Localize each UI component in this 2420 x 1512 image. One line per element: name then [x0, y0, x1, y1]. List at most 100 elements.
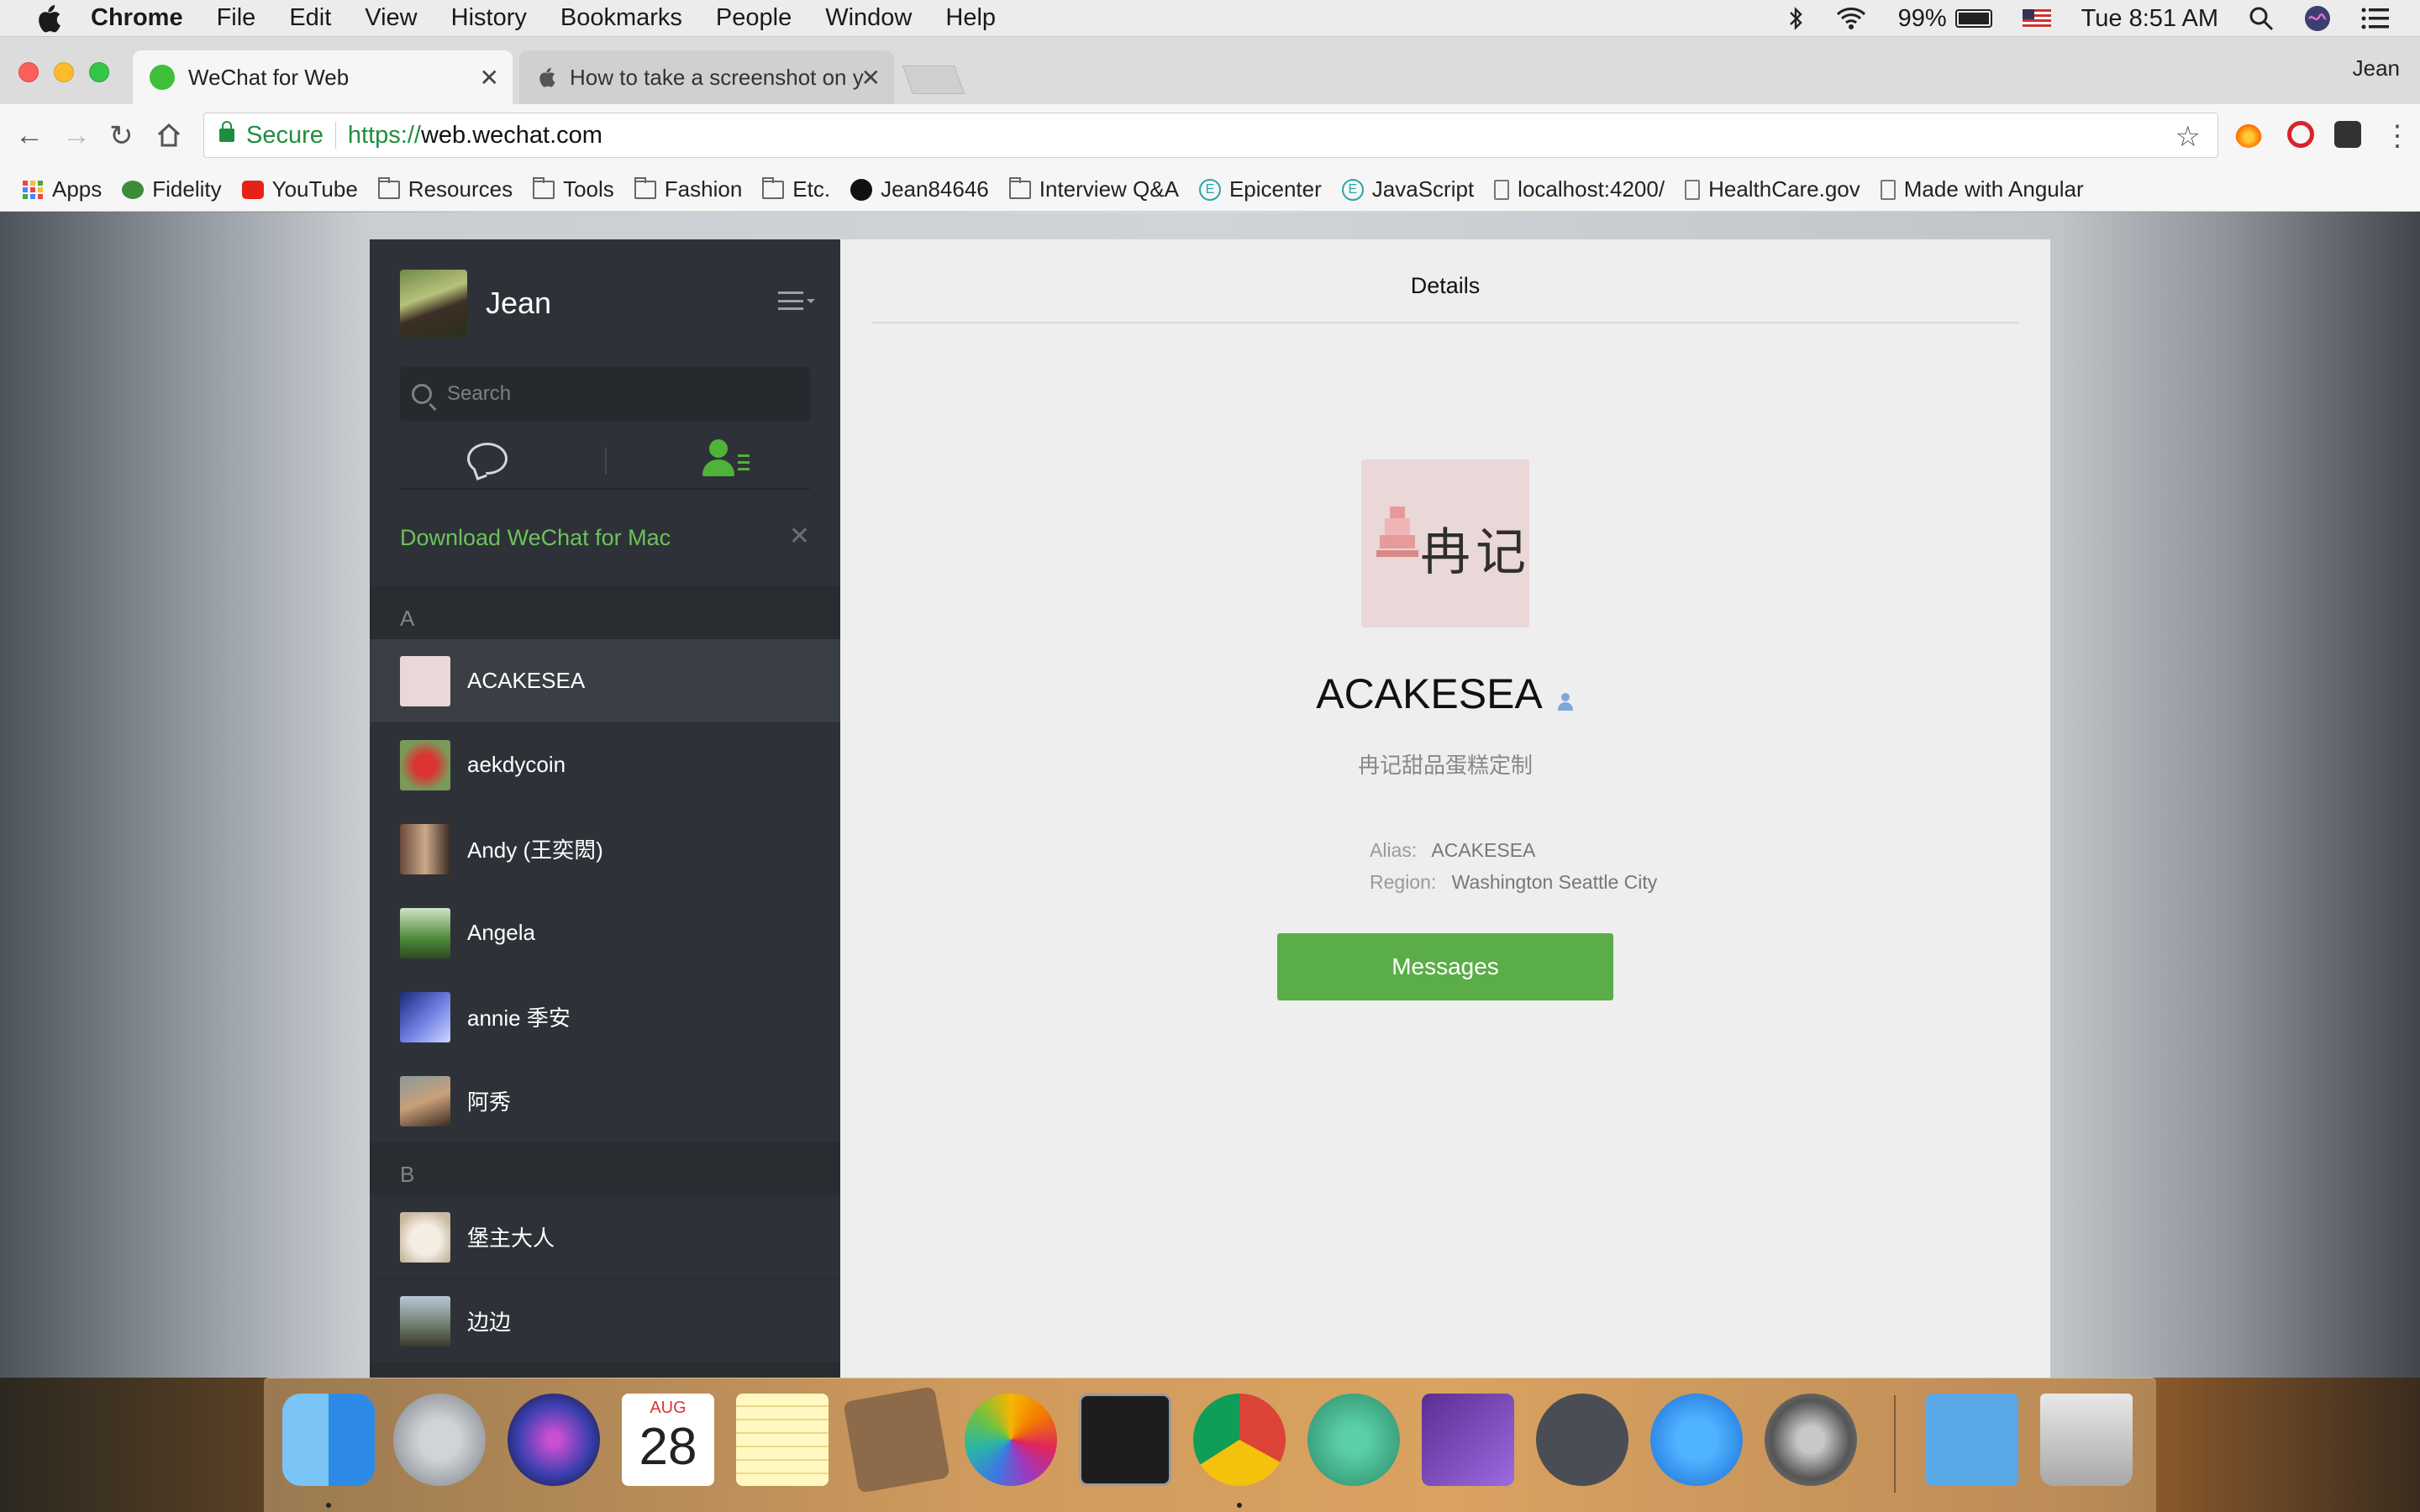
bookmark-youtube[interactable]: YouTube [241, 176, 358, 202]
back-arrow-icon[interactable]: ← [15, 119, 44, 152]
menu-edit[interactable]: Edit [289, 4, 331, 32]
bookmark-folder-resources[interactable]: Resources [377, 176, 513, 202]
folder-icon [634, 176, 656, 199]
user-name: Jean [486, 286, 552, 320]
system-preferences-icon[interactable] [1765, 1394, 1857, 1486]
menu-history[interactable]: History [451, 4, 527, 32]
fidelity-icon [122, 180, 145, 199]
contact-item-axiu[interactable]: 阿秀 [370, 1059, 840, 1143]
bookmark-javascript[interactable]: E JavaScript [1341, 176, 1474, 202]
menu-window[interactable]: Window [825, 4, 912, 32]
bookmark-localhost[interactable]: localhost:4200/ [1494, 176, 1665, 202]
bluetooth-icon[interactable] [1789, 6, 1804, 31]
tab-screenshot-article[interactable]: How to take a screenshot on y ✕ [519, 50, 894, 104]
bookmark-label: Interview Q&A [1039, 176, 1179, 202]
contact-item-annie[interactable]: annie 季安 [370, 975, 840, 1059]
bookmark-apps[interactable]: Apps [22, 176, 102, 202]
contact-item-acakesea[interactable]: ACAKESEA [370, 639, 840, 723]
wifi-icon[interactable] [1834, 6, 1868, 31]
bookmark-folder-fashion[interactable]: Fashion [634, 176, 742, 202]
contact-avatar [400, 991, 450, 1042]
calendar-icon[interactable]: AUG 28 [622, 1394, 714, 1486]
contact-item-andy[interactable]: Andy (王奕閎) [370, 807, 840, 891]
download-mac-link[interactable]: Download WeChat for Mac [400, 525, 671, 551]
notification-center-icon[interactable] [2361, 7, 2390, 30]
photos-icon[interactable] [965, 1394, 1057, 1486]
terminal-icon[interactable] [1079, 1394, 1171, 1486]
bookmark-epicenter[interactable]: E Epicenter [1198, 176, 1322, 202]
battery-percent: 99% [1897, 4, 1947, 32]
bookmark-folder-tools[interactable]: Tools [533, 176, 614, 202]
contact-item-aekdycoin[interactable]: aekdycoin [370, 723, 840, 807]
wechat-sidebar: Jean Download WeChat for Mac ✕ A [370, 239, 840, 1378]
window-close-button[interactable] [18, 62, 39, 82]
calculator-icon[interactable] [843, 1386, 950, 1494]
menu-file[interactable]: File [217, 4, 256, 32]
bookmark-star-icon[interactable]: ☆ [2175, 120, 2201, 154]
download-banner-close-icon[interactable]: ✕ [789, 522, 810, 551]
atom-icon[interactable] [1307, 1394, 1400, 1486]
menu-hamburger-icon[interactable] [778, 291, 815, 310]
tab-close-icon[interactable]: ✕ [480, 64, 499, 92]
address-bar[interactable]: Secure https:// web.wechat.com ☆ [203, 113, 2218, 158]
menu-view[interactable]: View [365, 4, 417, 32]
launchpad-icon[interactable] [393, 1394, 486, 1486]
epicenter-icon: E [1198, 178, 1221, 201]
profile-name[interactable]: Jean [2353, 55, 2400, 81]
contact-avatar [400, 1075, 450, 1126]
contacts-tab-icon[interactable] [702, 439, 750, 480]
menubar-clock[interactable]: Tue 8:51 AM [2081, 5, 2218, 33]
bookmark-github-jean84646[interactable]: Jean84646 [850, 176, 989, 202]
downloads-folder-icon[interactable] [1926, 1394, 2018, 1486]
contact-profile-image[interactable]: 冉 记 [1361, 459, 1529, 627]
notes-icon[interactable] [736, 1394, 829, 1486]
finder-icon[interactable] [282, 1394, 375, 1486]
extension-opera-icon[interactable] [2287, 121, 2314, 148]
secure-label[interactable]: Secure [246, 122, 324, 150]
apple-menu-icon[interactable] [34, 3, 62, 34]
tab-title: WeChat for Web [188, 64, 350, 90]
reload-icon[interactable]: ↻ [109, 119, 134, 153]
contact-item-baozhu[interactable]: 堡主大人 [370, 1195, 840, 1279]
messages-button[interactable]: Messages [1277, 933, 1613, 1000]
bookmark-fidelity[interactable]: Fidelity [122, 176, 222, 202]
siri-icon[interactable] [508, 1394, 600, 1486]
bookmark-folder-interview[interactable]: Interview Q&A [1008, 176, 1179, 202]
contact-avatar [400, 1295, 450, 1347]
forward-arrow-icon[interactable]: → [62, 119, 91, 152]
new-tab-button[interactable] [902, 66, 965, 94]
tab-wechat[interactable]: WeChat for Web ✕ [133, 50, 513, 104]
window-minimize-button[interactable] [54, 62, 74, 82]
chrome-icon[interactable] [1193, 1394, 1286, 1486]
menu-help[interactable]: Help [945, 4, 996, 32]
contact-search [400, 367, 810, 421]
menu-bookmarks[interactable]: Bookmarks [560, 4, 682, 32]
chrome-menu-icon[interactable]: ⋮ [2383, 119, 2412, 153]
bookmark-made-with-angular[interactable]: Made with Angular [1880, 176, 2084, 202]
app-store-icon[interactable] [1650, 1394, 1743, 1486]
trash-icon[interactable] [2040, 1394, 2133, 1486]
search-input[interactable] [447, 382, 800, 406]
tab-close-icon[interactable]: ✕ [861, 64, 881, 92]
input-source-us-flag-icon[interactable] [2022, 9, 2051, 28]
window-zoom-button[interactable] [89, 62, 109, 82]
user-avatar[interactable] [400, 270, 467, 337]
siri-menubar-icon[interactable] [2304, 5, 2331, 32]
bookmark-folder-etc[interactable]: Etc. [762, 176, 830, 202]
visual-studio-icon[interactable] [1422, 1394, 1514, 1486]
home-icon[interactable] [156, 123, 182, 148]
extension-fire-icon[interactable] [2235, 121, 2262, 148]
contact-item-angela[interactable]: Angela [370, 891, 840, 975]
battery-icon[interactable] [1954, 9, 1992, 28]
extension-badge-icon[interactable] [2334, 121, 2361, 148]
secure-lock-icon[interactable] [219, 121, 234, 142]
menu-people[interactable]: People [716, 4, 792, 32]
region-label: Region: [1370, 871, 1437, 893]
contact-item-bianbian[interactable]: 边边 [370, 1279, 840, 1363]
menu-app-chrome[interactable]: Chrome [91, 4, 183, 32]
bookmark-healthcare[interactable]: HealthCare.gov [1685, 176, 1860, 202]
contact-signature: 冉记甜品蛋糕定制 [1357, 753, 1533, 779]
spotlight-search-icon[interactable] [2249, 6, 2274, 31]
chats-tab-icon[interactable] [467, 443, 508, 475]
mamp-icon[interactable] [1536, 1394, 1628, 1486]
